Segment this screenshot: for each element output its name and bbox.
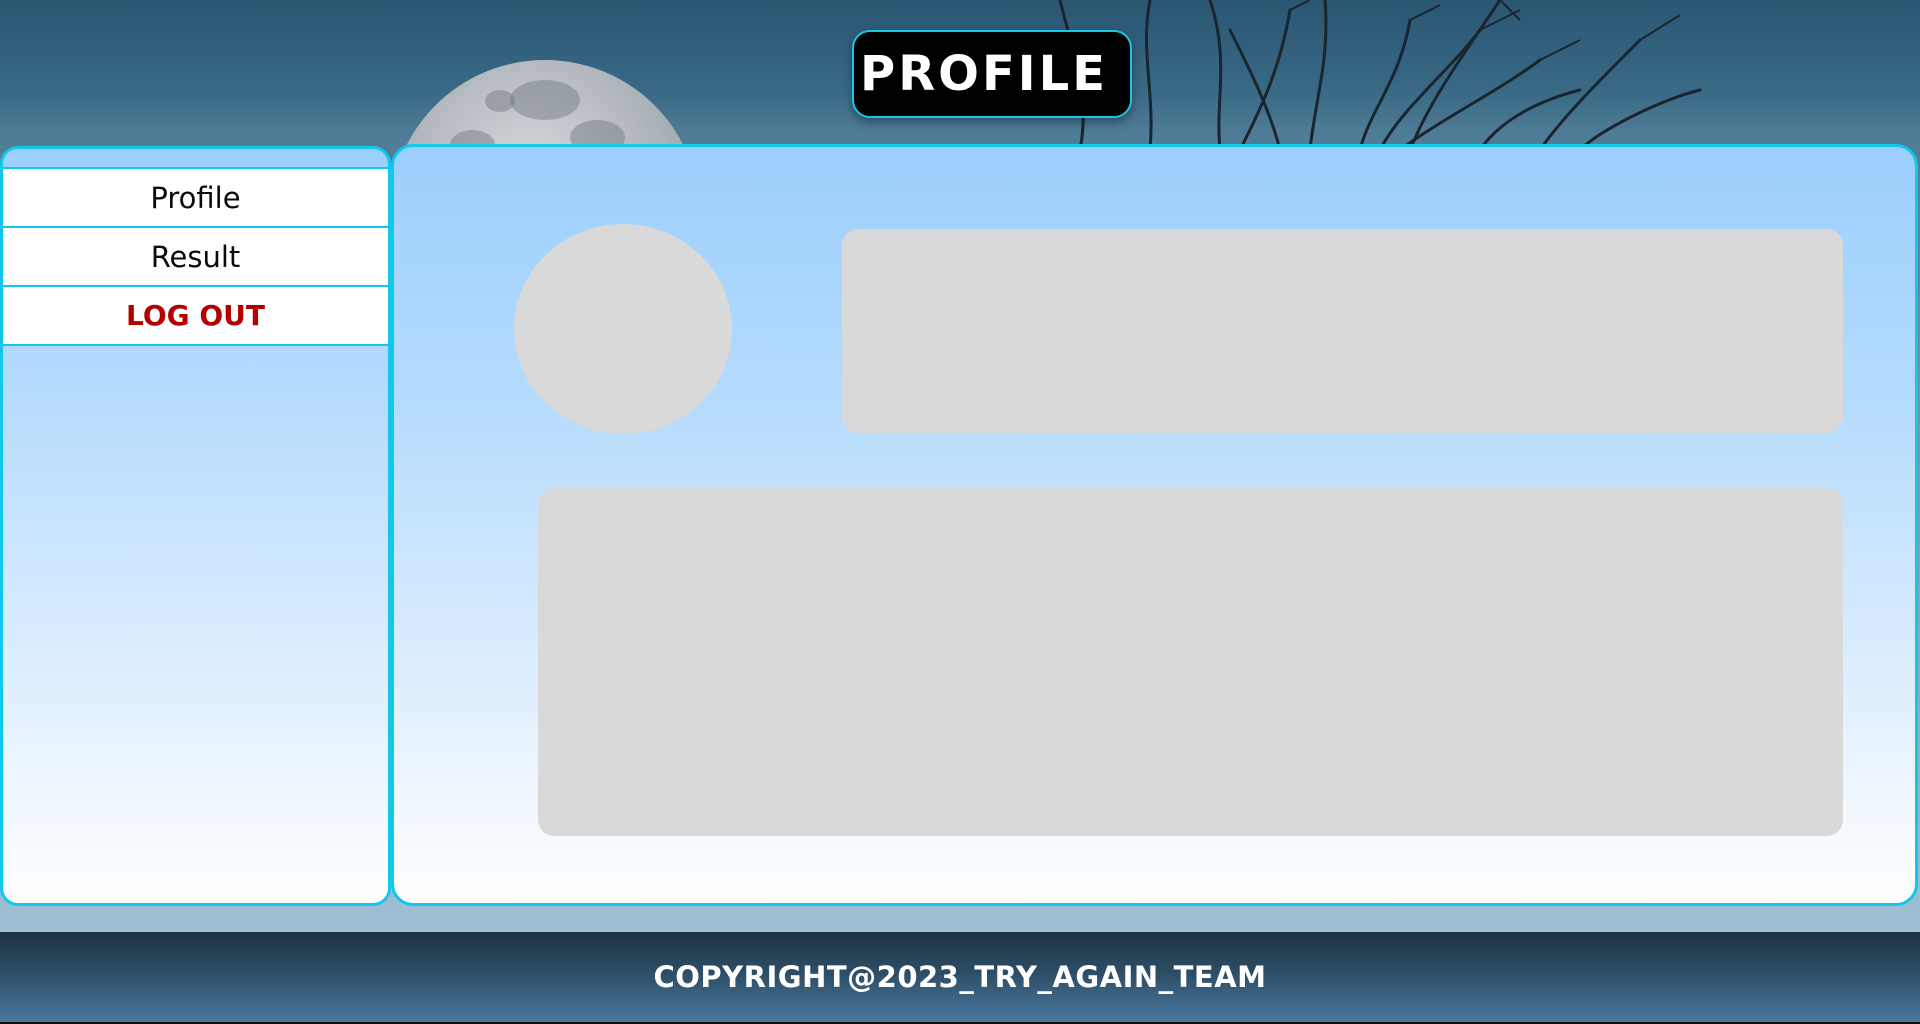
avatar-placeholder — [514, 224, 732, 434]
page-title-box: PROFILE — [852, 30, 1132, 118]
profile-info-placeholder — [842, 229, 1843, 433]
main-panel — [391, 144, 1918, 906]
sidebar-menu: Profile Result LOG OUT — [3, 167, 388, 346]
page-title: PROFILE — [860, 46, 1108, 102]
sidebar-item-profile[interactable]: Profile — [3, 167, 388, 226]
sidebar-item-result[interactable]: Result — [3, 226, 388, 285]
copyright-text: COPYRIGHT@2023_TRY_AGAIN_TEAM — [653, 960, 1267, 994]
sidebar-item-logout[interactable]: LOG OUT — [3, 285, 388, 346]
page: PROFILE Profile Result LOG OUT COPYRIGHT… — [0, 0, 1920, 1024]
profile-details-placeholder — [538, 488, 1843, 836]
footer: COPYRIGHT@2023_TRY_AGAIN_TEAM — [0, 932, 1920, 1022]
sidebar: Profile Result LOG OUT — [0, 146, 391, 906]
